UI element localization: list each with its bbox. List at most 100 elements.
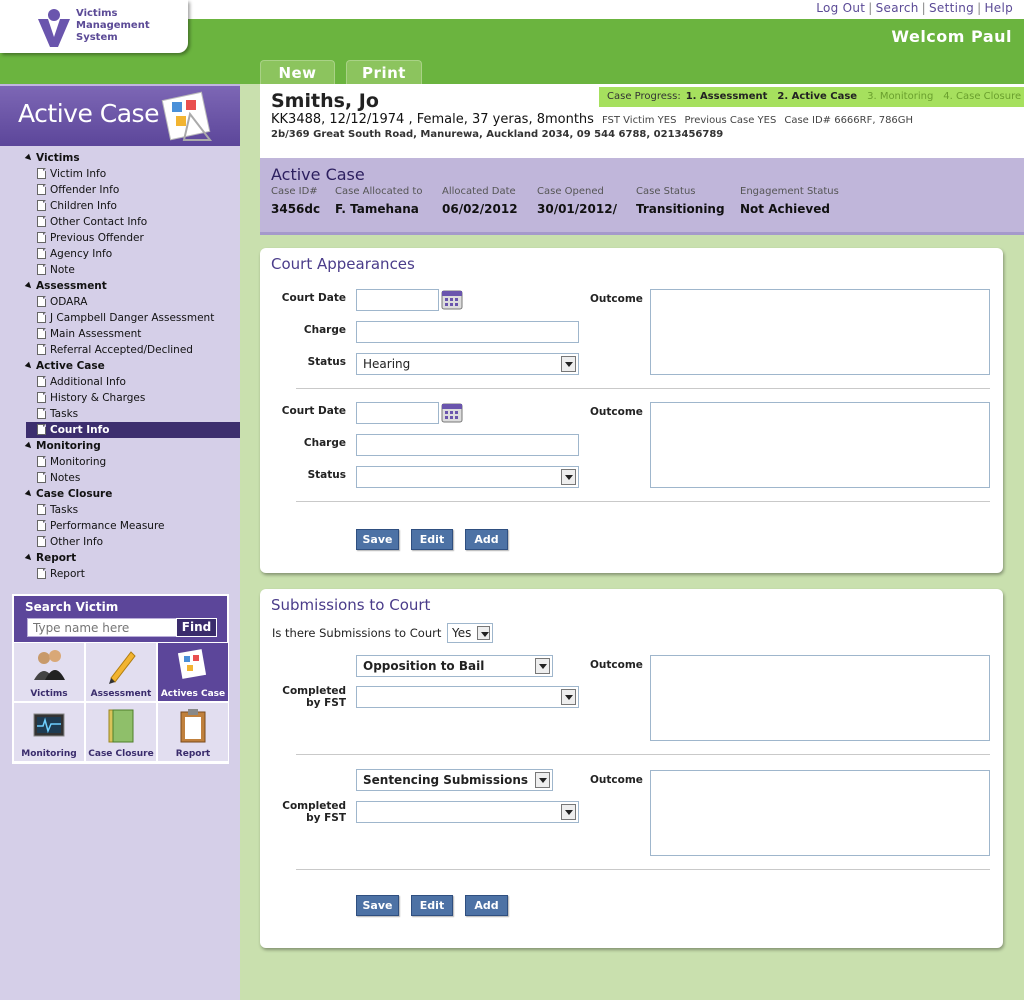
completed-by-select[interactable]	[356, 801, 579, 823]
nav-group-monitoring[interactable]: Monitoring	[0, 438, 240, 454]
court-date-input[interactable]	[356, 402, 439, 424]
sidebar-item-notes[interactable]: Notes	[0, 470, 240, 486]
setting-link[interactable]: Setting	[929, 1, 974, 15]
document-icon	[37, 328, 46, 339]
completed-by-label: Completed by FST	[282, 800, 346, 824]
progress-step-assessment[interactable]: 1. Assessment	[686, 91, 768, 102]
sidebar-item-additional-info[interactable]: Additional Info	[0, 374, 240, 390]
sidebar-item-court-info[interactable]: Court Info	[26, 422, 240, 438]
tile-case-closure[interactable]: Case Closure	[86, 703, 156, 761]
outcome-label: Outcome	[590, 406, 643, 418]
sidebar-item-note[interactable]: Note	[0, 262, 240, 278]
save-button[interactable]: Save	[356, 895, 399, 916]
sidebar-item-main-assessment[interactable]: Main Assessment	[0, 326, 240, 342]
tile-victims[interactable]: Victims	[14, 643, 84, 701]
document-icon	[37, 168, 46, 179]
status-select[interactable]	[356, 466, 579, 488]
tile-monitoring[interactable]: Monitoring	[14, 703, 84, 761]
active-case-icon	[161, 91, 213, 141]
search-victim-input[interactable]	[27, 618, 177, 637]
sidebar-item-victim-info[interactable]: Victim Info	[0, 166, 240, 182]
people-icon	[34, 650, 65, 680]
sidebar-item-odara[interactable]: ODARA	[0, 294, 240, 310]
sidebar-item-monitoring[interactable]: Monitoring	[0, 454, 240, 470]
sidebar-item-previous-offender[interactable]: Previous Offender	[0, 230, 240, 246]
sidebar-item-history-charges[interactable]: History & Charges	[0, 390, 240, 406]
sidebar-item-campbell-danger[interactable]: J Campbell Danger Assessment	[0, 310, 240, 326]
active-case-summary: Active Case Case ID# 3456dc Case Allocate…	[260, 158, 1024, 235]
sidebar-item-performance-measure[interactable]: Performance Measure	[0, 518, 240, 534]
completed-by-label: Completed by FST	[282, 685, 346, 709]
sidebar-item-tasks[interactable]: Tasks	[0, 406, 240, 422]
sidebar-item-other-info[interactable]: Other Info	[0, 534, 240, 550]
tab-print[interactable]: Print	[346, 60, 422, 84]
search-link[interactable]: Search	[876, 1, 919, 15]
progress-step-case-closure[interactable]: 4. Case Closure	[943, 91, 1021, 102]
nav-group-active-case[interactable]: Active Case	[0, 358, 240, 374]
status-label: Status	[307, 469, 346, 481]
add-button[interactable]: Add	[465, 895, 508, 916]
tile-actives-case[interactable]: Actives Case	[158, 643, 228, 701]
charge-input[interactable]	[356, 321, 579, 343]
chevron-down-icon	[477, 626, 490, 640]
find-button[interactable]: Find	[176, 618, 217, 637]
progress-step-monitoring[interactable]: 3. Monitoring	[867, 91, 933, 102]
sidebar-item-children-info[interactable]: Children Info	[0, 198, 240, 214]
charge-input[interactable]	[356, 434, 579, 456]
calendar-icon[interactable]	[441, 401, 463, 423]
sidebar-item-referral[interactable]: Referral Accepted/Declined	[0, 342, 240, 358]
document-icon	[37, 200, 46, 211]
outcome-textarea[interactable]	[650, 770, 990, 856]
app-logo[interactable]: Victims Management System	[0, 0, 188, 53]
submission-type-select[interactable]: Opposition to Bail	[356, 655, 553, 677]
save-button[interactable]: Save	[356, 529, 399, 550]
document-icon	[37, 376, 46, 387]
edit-button[interactable]: Edit	[411, 529, 453, 550]
sidebar-item-report[interactable]: Report	[0, 566, 240, 582]
outcome-textarea[interactable]	[650, 655, 990, 741]
sidebar-item-offender-info[interactable]: Offender Info	[0, 182, 240, 198]
nav-group-assessment[interactable]: Assessment	[0, 278, 240, 294]
completed-by-select[interactable]	[356, 686, 579, 708]
case-id-list: Case ID# 6666RF, 786GH	[784, 115, 914, 126]
logout-link[interactable]: Log Out	[816, 1, 865, 15]
divider	[296, 754, 990, 755]
document-icon	[37, 184, 46, 195]
case-progress-bar: Case Progress: 1. Assessment 2. Active Cas…	[599, 87, 1024, 107]
sidebar-item-closure-tasks[interactable]: Tasks	[0, 502, 240, 518]
help-link[interactable]: Help	[984, 1, 1013, 15]
nav-group-victims[interactable]: Victims	[0, 150, 240, 166]
sidebar-item-agency-info[interactable]: Agency Info	[0, 246, 240, 262]
nav-group-report[interactable]: Report	[0, 550, 240, 566]
nav-group-case-closure[interactable]: Case Closure	[0, 486, 240, 502]
sidebar-title: Active Case	[18, 99, 159, 128]
calendar-icon[interactable]	[441, 288, 463, 310]
status-select[interactable]: Hearing	[356, 353, 579, 375]
submissions-yes-select[interactable]: Yes	[447, 623, 493, 643]
outcome-textarea[interactable]	[650, 289, 990, 375]
document-icon	[37, 248, 46, 259]
edit-button[interactable]: Edit	[411, 895, 453, 916]
tile-assessment[interactable]: Assessment	[86, 643, 156, 701]
outcome-textarea[interactable]	[650, 402, 990, 488]
document-icon	[37, 408, 46, 419]
chevron-down-icon	[561, 804, 576, 820]
document-icon	[37, 232, 46, 243]
document-icon	[37, 344, 46, 355]
document-icon	[37, 536, 46, 547]
search-victim-label: Search Victim	[25, 600, 119, 614]
progress-step-active-case[interactable]: 2. Active Case	[777, 91, 857, 102]
chevron-down-icon	[535, 772, 550, 788]
outcome-label: Outcome	[590, 293, 643, 305]
submission-type-select[interactable]: Sentencing Submissions	[356, 769, 553, 791]
tab-new[interactable]: New	[260, 60, 335, 84]
add-button[interactable]: Add	[465, 529, 508, 550]
chevron-down-icon	[561, 689, 576, 705]
sidebar-item-other-contact-info[interactable]: Other Contact Info	[0, 214, 240, 230]
document-icon	[37, 296, 46, 307]
court-date-input[interactable]	[356, 289, 439, 311]
court-date-label: Court Date	[281, 405, 346, 417]
victim-details: KK3488, 12/12/1974 , Female, 37 yeras, 8…	[271, 112, 914, 127]
tile-report[interactable]: Report	[158, 703, 228, 761]
document-icon	[37, 456, 46, 467]
